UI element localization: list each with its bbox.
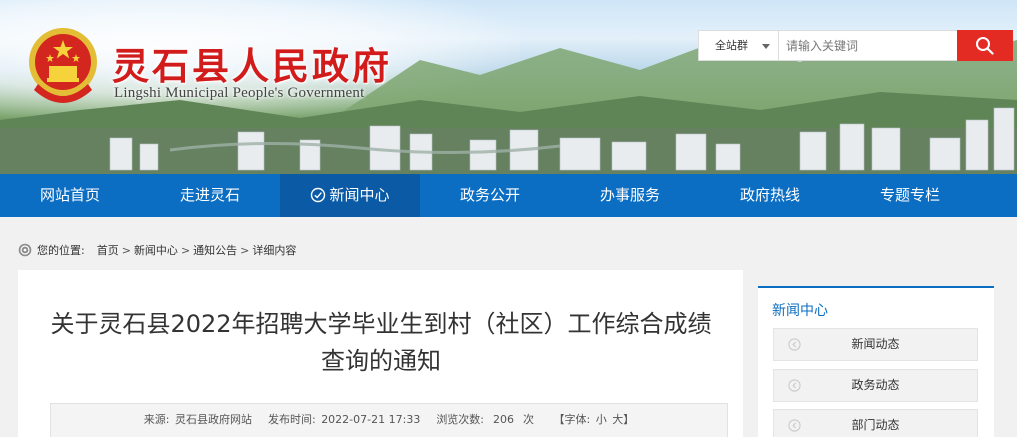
font-size-label: 【字体:	[553, 413, 591, 426]
sidebar-item-gov-updates[interactable]: 政务动态	[773, 369, 978, 402]
nav-label: 专题专栏	[879, 186, 940, 204]
breadcrumb-separator: >	[121, 243, 131, 257]
search-scope-select[interactable]: 全站群	[699, 31, 779, 60]
site-subtitle: Lingshi Municipal People's Government	[114, 85, 365, 101]
nav-label: 政务公开	[459, 186, 520, 204]
breadcrumb-notices-link[interactable]: 通知公告	[193, 242, 237, 258]
breadcrumb-prefix: 您的位置:	[37, 244, 85, 257]
circle-arrow-icon	[788, 338, 801, 351]
sidebar-item-news-updates[interactable]: 新闻动态	[773, 328, 978, 361]
sidebar-item-label: 新闻动态	[851, 337, 900, 351]
circle-arrow-icon	[788, 379, 801, 392]
breadcrumb-separator: >	[240, 243, 250, 257]
sidebar-item-dept-updates[interactable]: 部门动态	[773, 409, 978, 437]
nav-item-hotline[interactable]: 政府热线	[700, 174, 840, 217]
nav-label: 网站首页	[39, 186, 100, 204]
national-emblem-icon	[29, 28, 97, 103]
views-label: 浏览次数:	[436, 413, 485, 426]
sidebar-item-label: 政务动态	[851, 378, 900, 392]
breadcrumb-separator: >	[180, 243, 191, 257]
search-input[interactable]	[780, 31, 956, 60]
article-meta-bar: 来源: 灵石县政府网站 发布时间: 2022-07-21 17:33 浏览次数:…	[50, 403, 728, 437]
sidebar-panel: 新闻中心 新闻动态 政务动态 部门动态	[758, 286, 994, 437]
nav-item-topics[interactable]: 专题专栏	[840, 174, 980, 217]
nav-label: 办事服务	[599, 186, 660, 204]
search-box: 全站群	[698, 30, 1013, 61]
views-unit: 次	[523, 413, 535, 426]
search-scope-label: 全站群	[715, 39, 748, 52]
circle-arrow-icon	[788, 419, 801, 432]
breadcrumb-home-link[interactable]: 首页	[97, 242, 119, 258]
search-button[interactable]	[957, 30, 1013, 61]
source-label: 来源:	[143, 413, 170, 426]
nav-item-home[interactable]: 网站首页	[0, 174, 140, 217]
location-icon	[18, 243, 32, 257]
nav-label: 政府热线	[739, 186, 800, 204]
sidebar-item-label: 部门动态	[851, 418, 900, 432]
nav-item-about[interactable]: 走进灵石	[140, 174, 280, 217]
sidebar-title: 新闻中心	[772, 303, 828, 319]
main-nav: 网站首页 走进灵石 新闻中心 政务公开 办事服务 政府热线 专题专栏	[0, 174, 1017, 217]
breadcrumb-current: 详细内容	[252, 244, 297, 257]
nav-item-news[interactable]: 新闻中心	[280, 174, 420, 217]
nav-item-services[interactable]: 办事服务	[560, 174, 700, 217]
font-large-button[interactable]: 大】	[612, 413, 634, 426]
source-value: 灵石县政府网站	[174, 413, 252, 426]
header-banner: 灵石县人民政府 Lingshi Municipal People's Gover…	[0, 0, 1017, 174]
breadcrumb-news-link[interactable]: 新闻中心	[134, 242, 178, 258]
breadcrumb: 您的位置: 首页 > 新闻中心 > 通知公告 > 详细内容	[18, 243, 296, 257]
search-icon	[976, 37, 994, 55]
site-title: 灵石县人民政府	[112, 44, 392, 88]
font-small-button[interactable]: 小	[596, 413, 607, 426]
check-circle-icon	[311, 187, 326, 203]
nav-label: 新闻中心	[329, 186, 390, 204]
views-value: 206	[493, 413, 515, 426]
publish-value: 2022-07-21 17:33	[321, 413, 421, 426]
publish-label: 发布时间:	[267, 413, 316, 426]
nav-label: 走进灵石	[179, 186, 240, 204]
article-panel: 关于灵石县2022年招聘大学毕业生到村（社区）工作综合成绩查询的通知 来源: 灵…	[18, 270, 743, 437]
caret-down-icon	[762, 44, 770, 49]
article-title: 关于灵石县2022年招聘大学毕业生到村（社区）工作综合成绩查询的通知	[50, 310, 712, 375]
nav-item-gov-affairs[interactable]: 政务公开	[420, 174, 560, 217]
